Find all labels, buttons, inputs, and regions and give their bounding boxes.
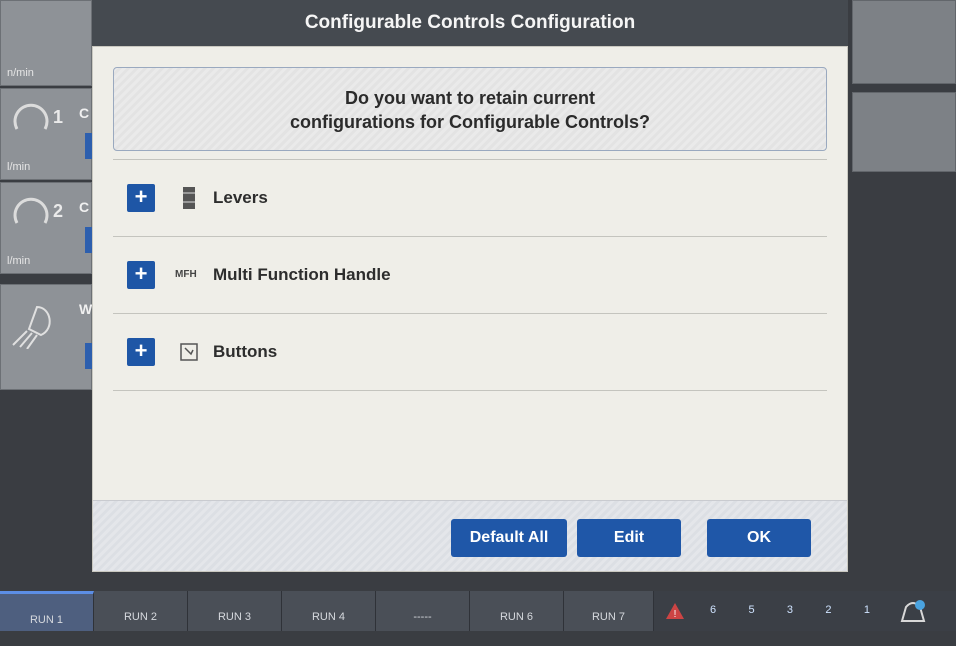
bg-right-panel-top [852, 0, 956, 84]
bg-unit-label: l/min [7, 161, 31, 173]
row-label: Multi Function Handle [213, 265, 391, 284]
user-icon[interactable]: 1 [846, 599, 880, 621]
question-line-2: configurations for Configurable Controls… [290, 112, 650, 132]
user-status-group: 6 5 3 2 1 [692, 599, 880, 621]
notification-bell-icon[interactable] [898, 597, 928, 625]
user-status-2: 2 [825, 604, 832, 616]
tab-run-2[interactable]: RUN 2 [94, 591, 188, 631]
svg-text:!: ! [674, 609, 677, 620]
bg-unit-label: l/min [7, 255, 31, 267]
tab-run-7[interactable]: RUN 7 [564, 591, 654, 631]
user-status-3: 3 [786, 604, 794, 616]
expand-plus-button[interactable]: + [127, 184, 155, 212]
edit-button[interactable]: Edit [577, 519, 681, 557]
tab-run-5-empty[interactable]: ----- [376, 591, 470, 631]
config-list: + Levers + MFH Multi Function Handle + B… [113, 159, 827, 391]
bg-right-panel-mid [852, 92, 956, 172]
user-icon[interactable]: 3 [769, 599, 803, 621]
user-status-5: 5 [748, 604, 755, 616]
bg-unit-label: n/min [7, 67, 34, 79]
tab-run-6[interactable]: RUN 6 [470, 591, 564, 631]
bg-number: 2 [53, 201, 64, 221]
user-icon[interactable]: 6 [692, 599, 726, 621]
list-item-buttons[interactable]: + Buttons [113, 314, 827, 391]
expand-plus-button[interactable]: + [127, 261, 155, 289]
tab-run-4[interactable]: RUN 4 [282, 591, 376, 631]
buttons-icon [180, 343, 198, 361]
lever-icon [183, 187, 195, 209]
bg-tile-2: 2 C l/min [0, 182, 95, 274]
mfh-icon: MFH [175, 269, 197, 280]
config-dialog: Do you want to retain current configurat… [92, 46, 848, 572]
list-item-multi-function-handle[interactable]: + MFH Multi Function Handle [113, 237, 827, 314]
list-item-levers[interactable]: + Levers [113, 159, 827, 237]
tab-run-1[interactable]: RUN 1 [0, 591, 94, 631]
question-line-1: Do you want to retain current [344, 88, 596, 108]
row-label: Buttons [213, 342, 278, 361]
expand-plus-button[interactable]: + [127, 338, 155, 366]
bg-tile-3: W [0, 284, 95, 390]
gauge-icon [13, 103, 49, 130]
bg-tile-1: 1 C l/min [0, 88, 95, 180]
user-icon[interactable]: 5 [730, 599, 764, 621]
user-status-1: 1 [863, 604, 870, 616]
bg-letter: W [79, 301, 93, 317]
alert-status-icon[interactable]: ! [664, 597, 686, 625]
bottom-tab-bar: RUN 1 RUN 2 RUN 3 RUN 4 ----- RUN 6 RUN … [0, 591, 956, 631]
bg-number: 1 [53, 107, 64, 127]
default-all-button[interactable]: Default All [451, 519, 567, 557]
ok-button[interactable]: OK [707, 519, 811, 557]
question-box: Do you want to retain current configurat… [113, 67, 827, 151]
dialog-footer: Default All Edit OK [93, 500, 847, 571]
headlight-icon [12, 305, 51, 349]
dialog-title: Configurable Controls Configuration [92, 0, 848, 46]
user-icon[interactable]: 2 [807, 599, 841, 621]
bg-letter: C [79, 199, 90, 215]
bg-tile-0: n/min [0, 0, 92, 86]
gauge-icon [13, 197, 49, 224]
row-label: Levers [213, 188, 268, 207]
user-status-6: 6 [710, 604, 717, 616]
bg-letter: C [79, 105, 90, 121]
tab-run-3[interactable]: RUN 3 [188, 591, 282, 631]
